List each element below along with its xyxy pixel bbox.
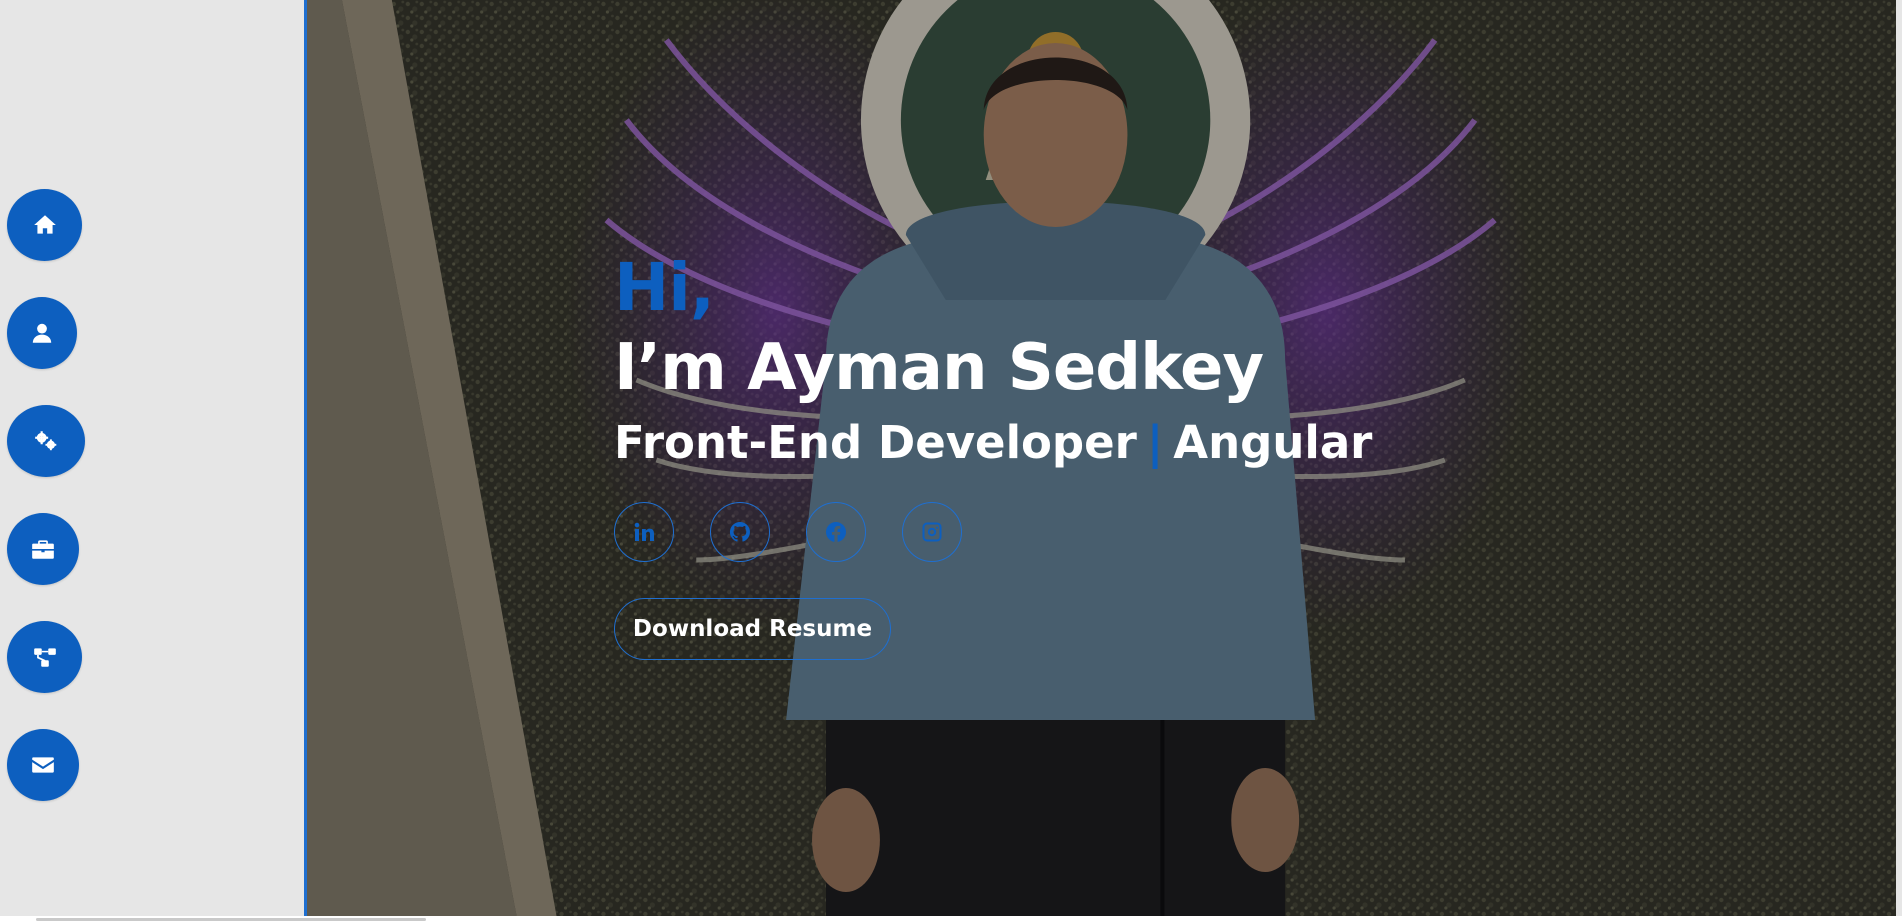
envelope-icon: [32, 757, 54, 773]
hero-content: Hi, I’m Ayman Sedkey Front-End Developer…: [614, 246, 1372, 660]
role-secondary: Angular: [1173, 416, 1373, 469]
hero-section: Hi, I’m Ayman Sedkey Front-End Developer…: [304, 0, 1896, 916]
user-icon: [32, 323, 52, 343]
nav-experience-button[interactable]: [7, 513, 79, 585]
greeting-text: Hi,: [614, 249, 715, 326]
github-link[interactable]: [710, 502, 770, 562]
nav-contact-button[interactable]: [7, 729, 79, 801]
nav-skills-button[interactable]: [7, 405, 85, 477]
sidebar: [0, 0, 304, 922]
briefcase-icon: [32, 540, 54, 559]
projects-icon: [33, 648, 56, 667]
role-separator: |: [1146, 416, 1164, 469]
nav-home-button[interactable]: [7, 189, 82, 261]
facebook-icon: [826, 522, 847, 542]
hero-role: Front-End Developer | Angular: [614, 412, 1372, 474]
linkedin-link[interactable]: [614, 502, 674, 562]
home-icon: [33, 215, 56, 234]
role-primary: Front-End Developer: [614, 416, 1137, 469]
instagram-link[interactable]: [902, 502, 962, 562]
github-icon: [729, 521, 750, 542]
hero-name: I’m Ayman Sedkey: [614, 331, 1264, 405]
nav-about-button[interactable]: [7, 297, 77, 369]
horizontal-scrollbar[interactable]: [36, 918, 426, 921]
linkedin-icon: [634, 522, 654, 541]
download-resume-button[interactable]: Download Resume: [614, 598, 891, 660]
facebook-link[interactable]: [806, 502, 866, 562]
nav-projects-button[interactable]: [7, 621, 82, 693]
social-links: [614, 502, 1372, 562]
gears-icon: [35, 431, 57, 451]
instagram-icon: [922, 522, 942, 542]
